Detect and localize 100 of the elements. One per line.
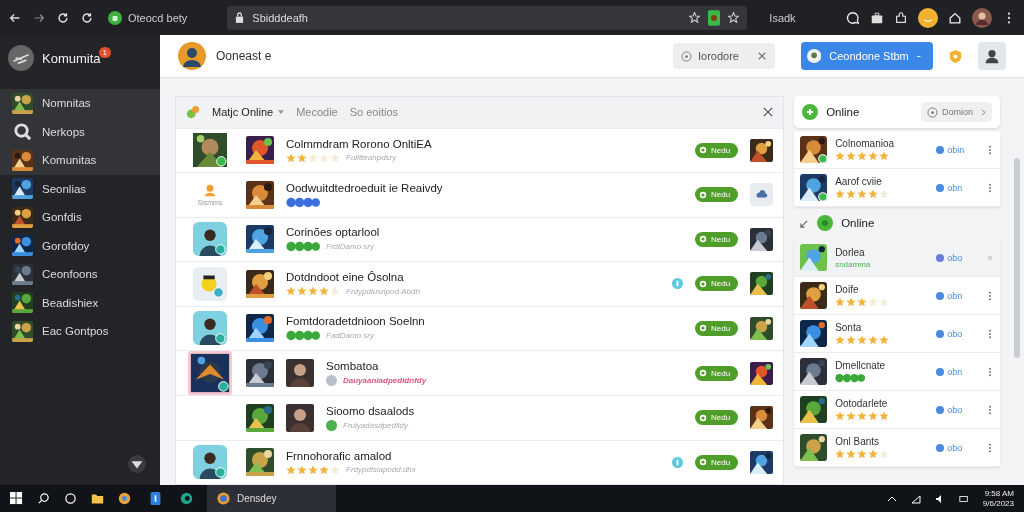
friend-item[interactable]: Aarof cviie obn — [794, 169, 1001, 207]
more-icon[interactable] — [988, 442, 993, 453]
star-icon — [857, 411, 868, 421]
status-icon — [936, 253, 945, 262]
status-icon — [936, 329, 945, 338]
friend-item[interactable]: Dorlea sndamma obo — [794, 239, 1001, 277]
search-icon[interactable] — [37, 492, 50, 505]
taskbar-app[interactable]: Densdey — [207, 485, 337, 512]
task-view-icon[interactable] — [64, 492, 77, 505]
sidebar-item[interactable]: Komunitas — [0, 146, 160, 175]
filter-chip[interactable]: Domion — [921, 102, 993, 122]
target-icon — [681, 50, 692, 62]
panel-tab[interactable]: Matjc Online — [212, 103, 285, 122]
briefcase-icon[interactable] — [870, 10, 884, 25]
clock-date: 9/6/2023 — [982, 498, 1014, 509]
app-icon — [217, 492, 230, 505]
puzzle-icon[interactable] — [894, 10, 908, 25]
logo-icon — [8, 45, 34, 71]
profile-avatar[interactable] — [972, 7, 992, 28]
friend-item[interactable]: Sonta obo — [794, 315, 1001, 353]
game-subtitle: Fuiltteanpdsry — [346, 153, 397, 163]
sidebar-item[interactable]: Gorofdoy — [0, 231, 160, 260]
more-icon[interactable] — [988, 328, 993, 339]
game-title: Corinões optarlool — [286, 226, 381, 239]
star-icon — [297, 152, 307, 163]
friend-name: Onl Bants — [835, 436, 881, 447]
user-avatar — [193, 222, 227, 257]
close-icon[interactable] — [757, 51, 767, 61]
sidebar-item[interactable]: Ceonfoons — [0, 260, 160, 289]
address-text: Sbidddeafh — [252, 11, 308, 24]
user-button[interactable] — [978, 42, 1006, 70]
star-icon — [835, 151, 846, 161]
chat-icon[interactable] — [846, 10, 860, 25]
friend-item[interactable]: Ootodarlete obo — [794, 391, 1001, 429]
more-icon[interactable] — [988, 144, 993, 155]
account-button[interactable]: Ceondone Stbm — [801, 42, 933, 70]
status-icon — [936, 443, 945, 452]
star-icon — [286, 152, 296, 163]
network-icon[interactable] — [910, 493, 921, 504]
star-icon — [879, 411, 890, 421]
star-icon — [835, 297, 846, 307]
play-icon — [699, 324, 707, 333]
home-icon[interactable] — [948, 10, 962, 25]
star-icon — [879, 449, 890, 459]
status-label: obn — [947, 182, 963, 193]
sidebar-item[interactable]: Gonfdis — [0, 203, 160, 232]
start-icon[interactable] — [10, 492, 23, 505]
mascot-icon — [193, 266, 227, 301]
game-title: Frnnohorafic amalod — [286, 449, 393, 462]
user-name: Ooneast e — [216, 49, 272, 63]
game-subtitle: Frdypdlusnpod.Abdh — [346, 286, 420, 296]
friend-item[interactable]: Onl Bants obo — [794, 429, 1001, 467]
reload-icon[interactable] — [80, 10, 94, 25]
star-icon — [879, 335, 890, 345]
section-title: Online — [826, 106, 860, 118]
online-icon — [802, 104, 819, 120]
reload-icon[interactable] — [56, 10, 70, 25]
clock-time: 9:58 AM — [984, 488, 1014, 499]
user-icon — [203, 183, 217, 198]
status-label: obn — [947, 290, 963, 301]
sidebar-item[interactable]: Beadishiex — [0, 288, 160, 317]
browser-tab[interactable]: Oteocd bety — [104, 10, 218, 25]
play-icon — [699, 235, 707, 244]
sidebar-item[interactable]: Eac Gontpos — [0, 317, 160, 346]
friend-item[interactable]: Doife obn — [794, 277, 1001, 315]
sidebar-item[interactable]: Seonlias — [0, 174, 160, 203]
address-bar[interactable]: Sbidddeafh — [227, 5, 748, 30]
more-icon[interactable] — [988, 404, 993, 415]
star-icon — [330, 286, 340, 297]
star-icon — [846, 151, 857, 161]
sidebar-item[interactable]: Nerkops — [0, 117, 160, 146]
friend-name: Ootodarlete — [835, 398, 889, 409]
more-icon[interactable] — [988, 182, 993, 193]
friend-name: Doife — [835, 284, 860, 295]
scrollbar-thumb[interactable] — [1014, 158, 1021, 358]
friend-name: Colnomanioa — [835, 138, 896, 149]
friend-item[interactable]: Dmellcnate obn — [794, 353, 1001, 391]
close-icon[interactable] — [763, 107, 774, 118]
browser-icon[interactable] — [118, 492, 131, 505]
filter-chip[interactable]: Iorodore — [673, 43, 775, 69]
emoji-icon[interactable] — [918, 7, 938, 28]
battery-icon[interactable] — [958, 493, 969, 504]
sidebar-item[interactable]: Nomnitas — [0, 89, 160, 118]
edge-icon[interactable] — [180, 492, 193, 505]
more-icon[interactable] — [988, 366, 993, 377]
star-icon — [879, 297, 890, 307]
friend-item[interactable]: Colnomanioa obin — [794, 131, 1001, 169]
star-icon[interactable] — [728, 12, 740, 23]
collapse-icon[interactable] — [800, 218, 810, 228]
game-title: Oodwuitdtedroeduit ie Reaivdy — [286, 181, 444, 194]
star-icon[interactable] — [689, 12, 701, 23]
folder-icon[interactable] — [91, 492, 104, 505]
target-icon — [927, 106, 939, 118]
extension-icon[interactable] — [708, 9, 721, 26]
game-title: Dotdndoot eine Ôsolna — [286, 271, 405, 284]
star-icon — [857, 449, 868, 459]
star-icon — [868, 449, 879, 459]
section-title: Online — [841, 217, 875, 229]
user-avatar — [193, 445, 227, 480]
more-icon[interactable] — [988, 290, 993, 301]
